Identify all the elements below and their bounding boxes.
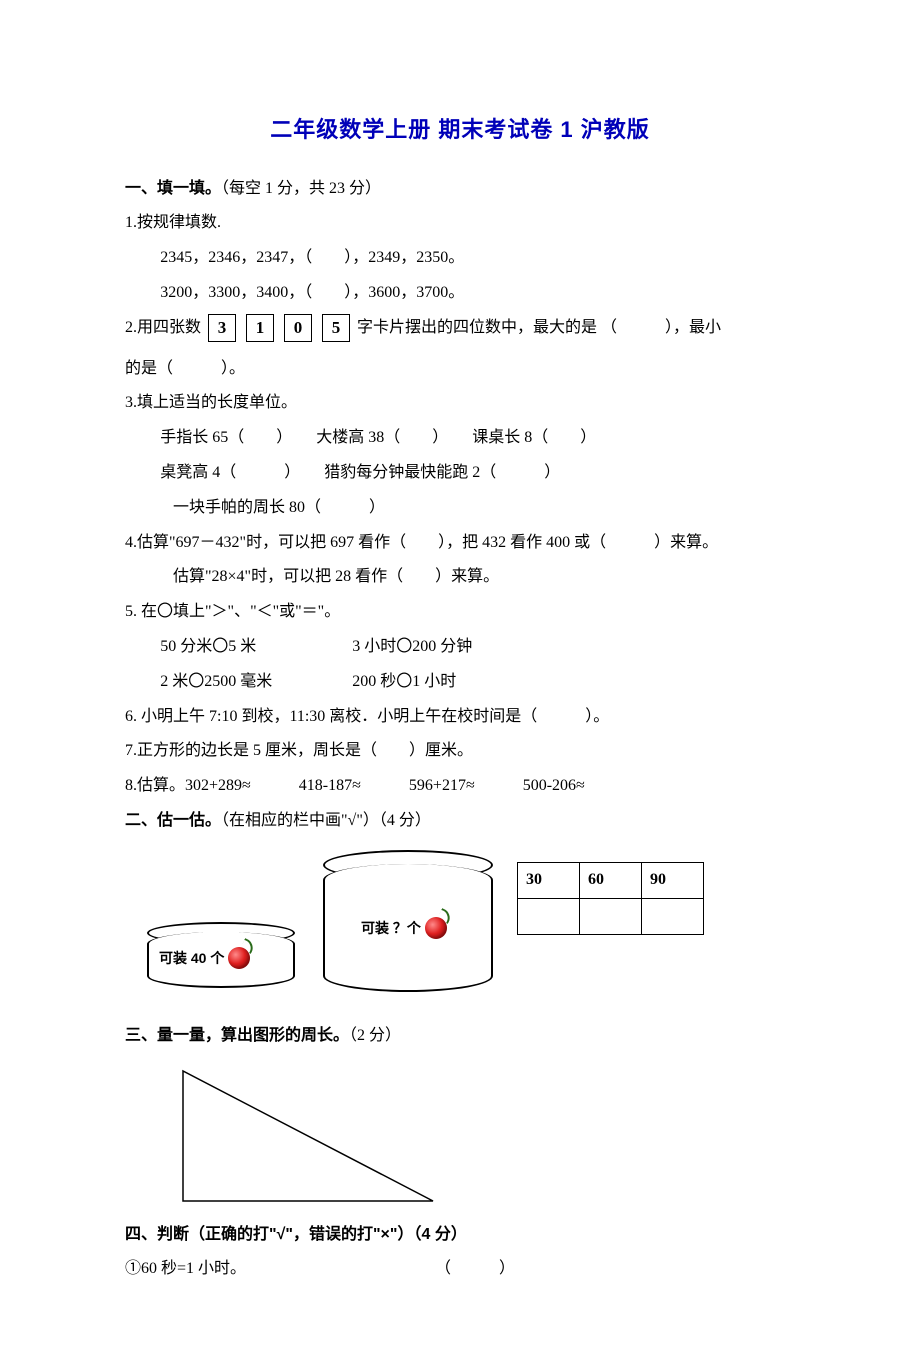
table-header-1: 60: [580, 862, 642, 898]
digit-card-0: 3: [208, 314, 236, 342]
q8: 8.估算。302+289≈ 418-187≈ 596+217≈ 500-206≈: [125, 772, 795, 801]
section-1-label: 一、填一填。: [125, 180, 221, 197]
q4-b: 估算"28×4"时，可以把 28 看作（ ）来算。: [125, 563, 795, 592]
table-header-2: 90: [642, 862, 704, 898]
q1-seq-a: 2345，2346，2347，（ ），2349，2350。: [125, 244, 795, 273]
q2-mid: 字卡片摆出的四位数中，最大的是 （ ），最小: [357, 319, 721, 336]
digit-card-1: 1: [246, 314, 274, 342]
estimate-figure: 可装 40 个 可装 ？个 30 60 90: [125, 846, 795, 1016]
q5-a: 50 分米〇5 米 3 小时〇200 分钟: [125, 633, 795, 662]
section-4-label: 四、判断（正确的打"√"，错误的打"×"）（4 分）: [125, 1226, 467, 1243]
table-cell-blank[interactable]: [642, 898, 704, 934]
estimate-table: 30 60 90: [517, 862, 704, 935]
q3-a: 手指长 65（ ） 大楼高 38（ ） 课桌长 8（ ）: [125, 424, 795, 453]
q5-b: 2 米〇2500 毫米 200 秒〇1 小时: [125, 668, 795, 697]
section-1-points: （每空 1 分，共 23 分）: [221, 180, 381, 197]
small-cylinder-label: 可装 40 个: [159, 946, 250, 971]
q2-line2: 的是（ ）。: [125, 355, 795, 384]
table-row: 30 60 90: [518, 862, 704, 898]
section-1-header: 一、填一填。（每空 1 分，共 23 分）: [125, 175, 795, 204]
digit-card-3: 5: [322, 314, 350, 342]
q3-label: 3.填上适当的长度单位。: [125, 389, 795, 418]
q1-label: 1.按规律填数.: [125, 209, 795, 238]
small-label-text: 可装 40 个: [159, 946, 224, 971]
fruit-icon: [228, 947, 250, 969]
q2-line1: 2.用四张数 3 1 0 5 字卡片摆出的四位数中，最大的是 （ ），最小: [125, 314, 795, 343]
s4-q1-paren: （ ）: [435, 1255, 515, 1284]
section-2-header: 二、估一估。（在相应的栏中画"√"）（4 分）: [125, 807, 795, 836]
q1-seq-b: 3200，3300，3400，（ ），3600，3700。: [125, 279, 795, 308]
s4-q1: ①60 秒=1 小时。 （ ）: [125, 1255, 795, 1284]
section-2-points: （在相应的栏中画"√"）（4 分）: [221, 812, 431, 829]
big-cylinder-label: 可装 ？个: [361, 916, 447, 941]
section-2-label: 二、估一估。: [125, 812, 221, 829]
table-cell-blank[interactable]: [518, 898, 580, 934]
s4-q1-text: ①60 秒=1 小时。: [125, 1260, 246, 1277]
q6: 6. 小明上午 7:10 到校，11:30 离校．小明上午在校时间是（ ）。: [125, 703, 795, 732]
section-3-points: （2 分）: [349, 1027, 401, 1044]
triangle-figure: [173, 1061, 453, 1211]
digit-card-2: 0: [284, 314, 312, 342]
table-header-0: 30: [518, 862, 580, 898]
table-row: [518, 898, 704, 934]
section-3-header: 三、量一量，算出图形的周长。（2 分）: [125, 1022, 795, 1051]
q3-c: 一块手帕的周长 80（ ）: [125, 494, 795, 523]
fruit-icon: [425, 917, 447, 939]
section-4-header: 四、判断（正确的打"√"，错误的打"×"）（4 分）: [125, 1221, 795, 1250]
q2-prefix: 2.用四张数: [125, 319, 201, 336]
q7: 7.正方形的边长是 5 厘米，周长是（ ）厘米。: [125, 737, 795, 766]
section-3-label: 三、量一量，算出图形的周长。: [125, 1027, 349, 1044]
q3-b: 桌凳高 4（ ） 猎豹每分钟最快能跑 2（ ）: [125, 459, 795, 488]
q5-label: 5. 在〇填上"＞"、"＜"或"＝"。: [125, 598, 795, 627]
big-label-text: 可装 ？个: [361, 916, 421, 941]
page-title: 二年级数学上册 期末考试卷 1 沪教版: [125, 110, 795, 150]
table-cell-blank[interactable]: [580, 898, 642, 934]
q4-a: 4.估算"697－432"时，可以把 697 看作（ ），把 432 看作 40…: [125, 529, 795, 558]
